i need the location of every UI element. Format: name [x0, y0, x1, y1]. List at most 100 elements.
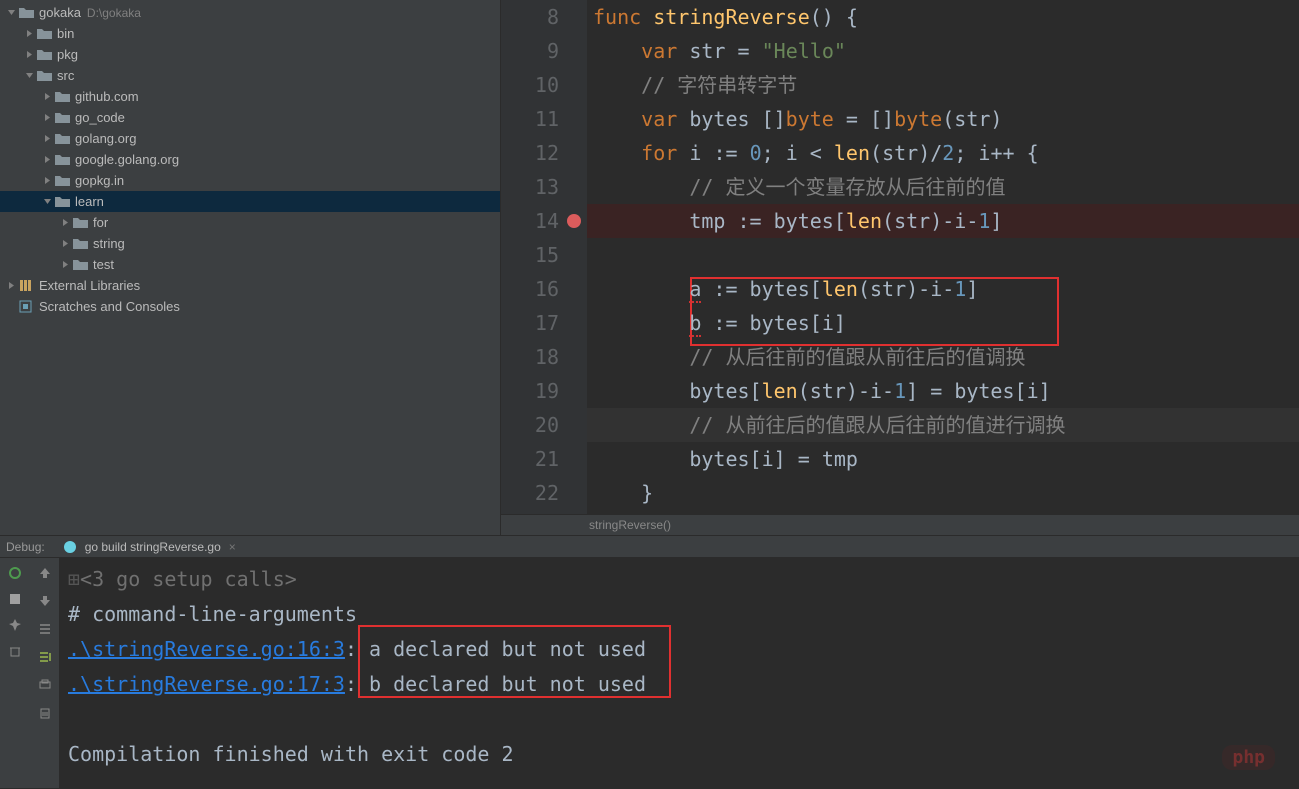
folder-icon [55, 195, 70, 208]
chevron-icon [42, 155, 52, 165]
code-line[interactable]: var bytes []byte = []byte(str) [587, 102, 1299, 136]
folder-icon [73, 258, 88, 271]
chevron-icon [6, 8, 16, 18]
error-link-1[interactable]: .\stringReverse.go:16:3 [68, 637, 345, 661]
print-icon[interactable] [36, 676, 54, 694]
breadcrumb: stringReverse() [501, 514, 1299, 535]
scroll-icon[interactable] [36, 648, 54, 666]
line-number[interactable]: 20 [501, 408, 587, 442]
folder-icon [37, 69, 52, 82]
tree-item-bin[interactable]: bin [0, 23, 500, 44]
folder-icon [55, 90, 70, 103]
code-line[interactable]: tmp := bytes[len(str)-i-1] [587, 204, 1299, 238]
highlight-box-console [358, 625, 671, 698]
code-line[interactable]: for i := 0; i < len(str)/2; i++ { [587, 136, 1299, 170]
bug-icon[interactable] [6, 564, 24, 582]
gutter: 8910111213141516171819202122 [501, 0, 587, 514]
code-line[interactable]: // 从后往前的值跟从前往后的值调换 [587, 340, 1299, 374]
folder-icon [19, 300, 34, 313]
code-line[interactable]: // 从前往后的值跟从后往前的值进行调换 [587, 408, 1299, 442]
line-number[interactable]: 13 [501, 170, 587, 204]
folder-icon [55, 153, 70, 166]
tree-item-for[interactable]: for [0, 212, 500, 233]
close-icon[interactable]: × [229, 540, 236, 554]
tree-item-gopkg-in[interactable]: gopkg.in [0, 170, 500, 191]
code-line[interactable] [587, 238, 1299, 272]
line-number[interactable]: 18 [501, 340, 587, 374]
code-line[interactable]: // 定义一个变量存放从后往前的值 [587, 170, 1299, 204]
tree-item-golang-org[interactable]: golang.org [0, 128, 500, 149]
debug-toolbar: Debug: go build stringReverse.go × [0, 535, 1299, 558]
folder-icon [37, 48, 52, 61]
line-number[interactable]: 21 [501, 442, 587, 476]
stop-icon[interactable] [6, 590, 24, 608]
up-icon[interactable] [36, 564, 54, 582]
code-line[interactable]: func stringReverse() { [587, 0, 1299, 34]
project-tree: gokakaD:\gokakabinpkgsrcgithub.comgo_cod… [0, 0, 501, 535]
chevron-icon [24, 50, 34, 60]
chevron-icon [6, 281, 16, 291]
line-number[interactable]: 15 [501, 238, 587, 272]
code-editor: 8910111213141516171819202122 func string… [501, 0, 1299, 535]
chevron-icon [42, 92, 52, 102]
pin-icon[interactable] [6, 616, 24, 634]
debug-gutter-actions [30, 558, 60, 788]
tree-item-src[interactable]: src [0, 65, 500, 86]
folder-icon [37, 27, 52, 40]
tree-item-pkg[interactable]: pkg [0, 44, 500, 65]
chevron-icon [60, 239, 70, 249]
tree-item-external-libraries[interactable]: External Libraries [0, 275, 500, 296]
code-line[interactable]: } [587, 476, 1299, 510]
code-line[interactable]: bytes[i] = tmp [587, 442, 1299, 476]
go-icon [61, 538, 79, 556]
code-line[interactable]: b := bytes[i] [587, 306, 1299, 340]
code-area[interactable]: func stringReverse() { var str = "Hello"… [587, 0, 1299, 514]
line-number[interactable]: 19 [501, 374, 587, 408]
line-number[interactable]: 9 [501, 34, 587, 68]
line-number[interactable]: 10 [501, 68, 587, 102]
console-output[interactable]: ⊞<3 go setup calls> # command-line-argum… [60, 558, 1299, 788]
folder-icon [19, 279, 34, 292]
down-icon[interactable] [36, 592, 54, 610]
folder-icon [19, 6, 34, 19]
chevron-icon [24, 71, 34, 81]
error-link-2[interactable]: .\stringReverse.go:17:3 [68, 672, 345, 696]
line-number[interactable]: 16 [501, 272, 587, 306]
line-number[interactable]: 11 [501, 102, 587, 136]
line-number[interactable]: 14 [501, 204, 587, 238]
trash-icon[interactable] [6, 642, 24, 660]
chevron-icon [60, 260, 70, 270]
wrap-icon[interactable] [36, 620, 54, 638]
line-number[interactable]: 17 [501, 306, 587, 340]
watermark: php [1222, 745, 1275, 770]
code-line[interactable]: bytes[len(str)-i-1] = bytes[i] [587, 374, 1299, 408]
tree-item-google-golang-org[interactable]: google.golang.org [0, 149, 500, 170]
tree-item-scratches-and-consoles[interactable]: Scratches and Consoles [0, 296, 500, 317]
tree-item-test[interactable]: test [0, 254, 500, 275]
tree-item-string[interactable]: string [0, 233, 500, 254]
chevron-icon [42, 134, 52, 144]
clear-icon[interactable] [36, 704, 54, 722]
debug-tab[interactable]: go build stringReverse.go × [61, 538, 236, 556]
folder-icon [55, 132, 70, 145]
tree-item-learn[interactable]: learn [0, 191, 500, 212]
folder-icon [73, 237, 88, 250]
tree-item-go-code[interactable]: go_code [0, 107, 500, 128]
chevron-icon [6, 302, 16, 312]
chevron-icon [24, 29, 34, 39]
code-line[interactable]: var str = "Hello" [587, 34, 1299, 68]
code-line[interactable]: // 字符串转字节 [587, 68, 1299, 102]
line-number[interactable]: 8 [501, 0, 587, 34]
code-line[interactable]: a := bytes[len(str)-i-1] [587, 272, 1299, 306]
line-number[interactable]: 12 [501, 136, 587, 170]
line-number[interactable]: 22 [501, 476, 587, 510]
debug-label: Debug: [6, 540, 45, 554]
chevron-icon [42, 197, 52, 207]
folder-icon [55, 174, 70, 187]
folder-icon [55, 111, 70, 124]
debug-gutter-left [0, 558, 30, 788]
chevron-icon [42, 113, 52, 123]
tree-item-github-com[interactable]: github.com [0, 86, 500, 107]
chevron-icon [42, 176, 52, 186]
tree-item-gokaka[interactable]: gokakaD:\gokaka [0, 2, 500, 23]
